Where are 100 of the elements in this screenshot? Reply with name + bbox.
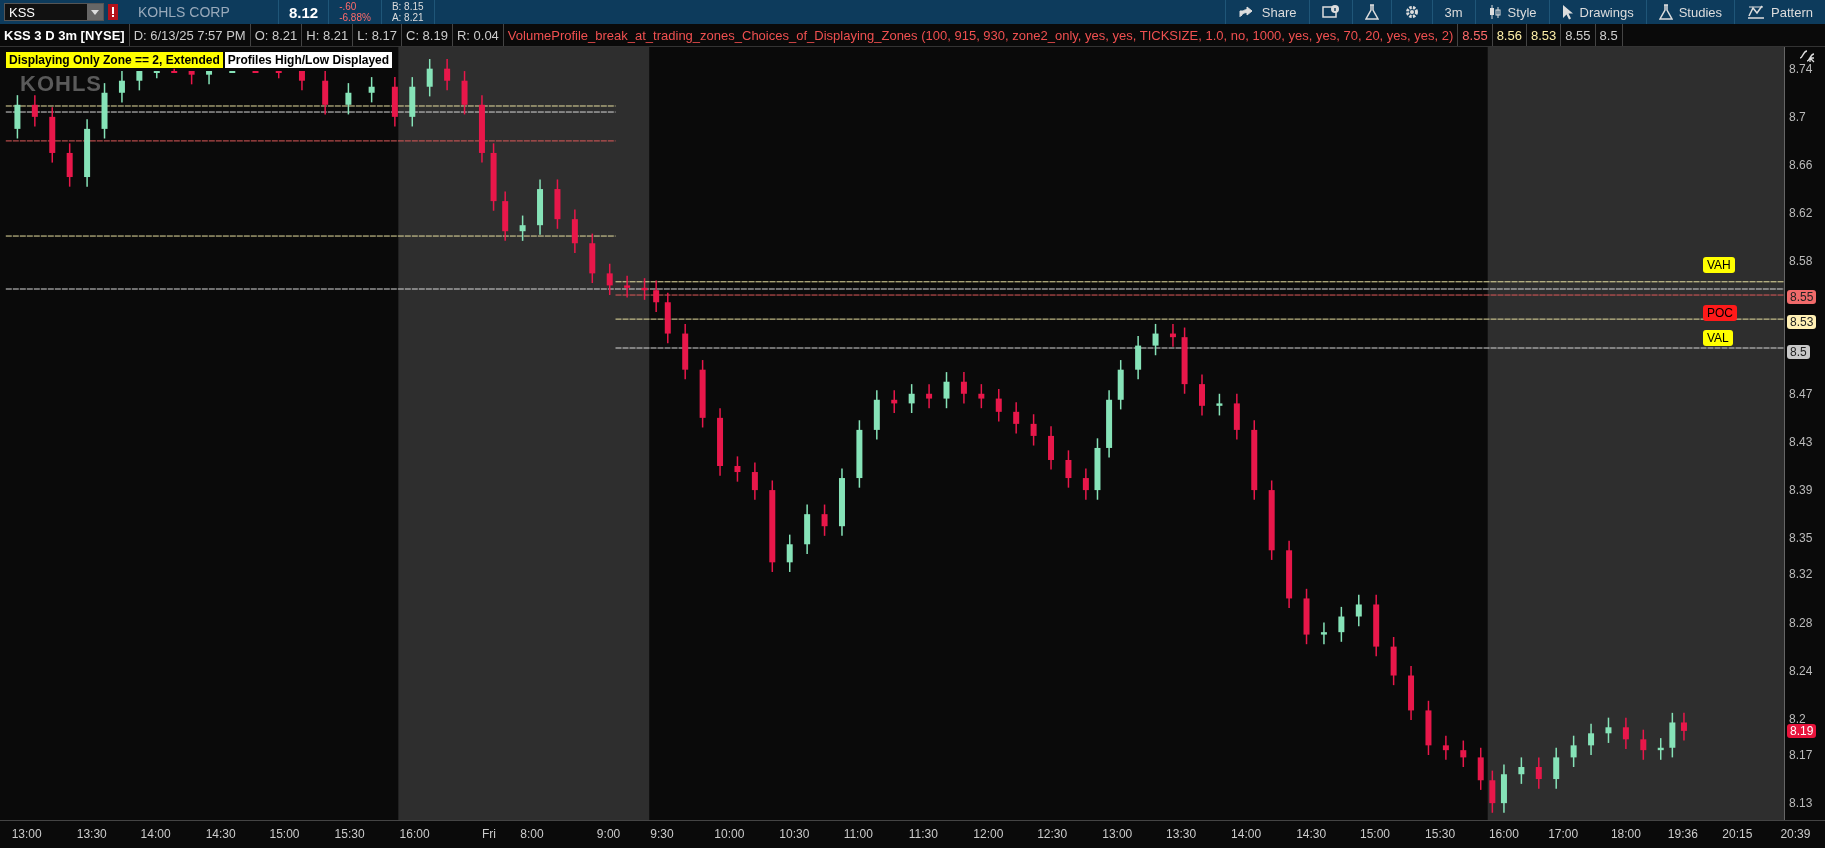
candlestick <box>1030 413 1037 447</box>
settings-icon <box>1403 4 1420 20</box>
timeframe-button[interactable]: 3m <box>1431 0 1475 24</box>
time-label: 15:30 <box>334 827 365 841</box>
candlestick <box>978 383 985 409</box>
price-label: 8.32 <box>1789 567 1813 582</box>
candlestick <box>1477 747 1484 791</box>
candlestick <box>206 70 213 86</box>
candlestick <box>1216 393 1223 417</box>
price-badge: 8.19 <box>1787 723 1817 738</box>
candlestick <box>188 70 195 86</box>
autoscale-icon[interactable] <box>1799 49 1815 63</box>
time-label: 11:30 <box>908 827 938 841</box>
ohlc-field: D: 6/13/25 7:57 PM <box>129 24 251 46</box>
flask-icon <box>1364 4 1379 20</box>
candlestick <box>1181 326 1188 395</box>
candlestick <box>275 70 282 80</box>
candlestick <box>699 359 706 429</box>
candlestick <box>664 291 671 344</box>
candlestick <box>641 277 648 301</box>
candlestick <box>1303 588 1310 645</box>
time-label: 20:39 <box>1780 827 1811 841</box>
time-label: 16:00 <box>1488 827 1519 841</box>
symbol-field[interactable]: KSS <box>4 3 104 21</box>
candlestick <box>1605 716 1612 744</box>
candlestick <box>519 214 526 242</box>
candlestick <box>1408 665 1415 721</box>
candlestick <box>1570 734 1577 768</box>
candlestick <box>171 67 178 73</box>
candlestick <box>1669 712 1676 759</box>
last-price: 8.12 <box>289 3 319 21</box>
level-callout: VAL <box>1703 330 1733 347</box>
price-label: 8.43 <box>1789 434 1813 449</box>
net-change: -.60 <box>339 1 357 12</box>
company-name: KOHLS CORP <box>138 4 230 20</box>
candlestick <box>1588 722 1595 756</box>
price-label: 8.13 <box>1789 796 1813 811</box>
candlestick <box>1233 393 1240 441</box>
time-label: 13:30 <box>76 827 107 841</box>
style-button[interactable]: Style <box>1474 0 1549 24</box>
candlestick <box>995 388 1002 423</box>
price-label: 8.17 <box>1789 747 1813 762</box>
price-label: 8.58 <box>1789 254 1813 269</box>
candlestick <box>101 82 108 140</box>
candlestick <box>717 407 724 477</box>
price-label: 8.7 <box>1789 109 1806 124</box>
candlestick <box>1338 606 1345 643</box>
candlestick <box>624 275 631 299</box>
time-label: Fri <box>481 827 496 841</box>
price-badge: 8.53 <box>1787 314 1817 329</box>
dropdown-icon <box>91 9 99 15</box>
ohlc-field: O: 8.21 <box>250 24 303 46</box>
bid-price: B: 8.15 <box>391 1 424 12</box>
candlestick <box>1489 769 1496 814</box>
candlestick <box>873 389 880 441</box>
candlestick <box>1065 449 1072 489</box>
candlestick <box>1169 323 1176 348</box>
candlestick <box>1320 621 1327 645</box>
share-button[interactable]: Share <box>1224 0 1309 24</box>
studies-button[interactable]: Studies <box>1645 0 1735 24</box>
chart-logo: KOHLS <box>20 71 102 97</box>
candlestick <box>1460 739 1467 768</box>
candlestick <box>839 467 845 537</box>
candlestick <box>1553 747 1560 790</box>
time-label: 14:00 <box>1231 827 1262 841</box>
candlestick <box>1355 594 1362 627</box>
price-label: 8.62 <box>1789 206 1813 221</box>
candlestick <box>1657 737 1664 761</box>
candlestick <box>1622 716 1629 750</box>
candlestick <box>229 70 236 74</box>
ohlc-field: L: 8.17 <box>353 24 402 46</box>
candlestick <box>537 178 544 236</box>
candlestick <box>734 455 741 483</box>
info-icon <box>1321 5 1340 19</box>
price-label: 8.66 <box>1789 158 1813 172</box>
price-label: 8.39 <box>1789 483 1813 498</box>
flask-icon <box>1658 4 1673 20</box>
price-label: 8.28 <box>1789 615 1813 630</box>
ohlc-field: H: 8.21 <box>302 24 354 46</box>
ohlc-field: C: 8.19 <box>402 24 453 46</box>
candlestick <box>1013 401 1020 435</box>
percent-change: -6.88% <box>339 12 371 23</box>
time-label: 10:00 <box>714 827 745 841</box>
time-label: 13:30 <box>1166 827 1197 841</box>
candlestick <box>252 70 259 74</box>
time-label: 19:36 <box>1667 827 1698 841</box>
candlestick <box>926 383 933 409</box>
drawings-button[interactable]: Drawings <box>1548 0 1646 24</box>
candlestick <box>14 94 21 140</box>
candlestick <box>1152 323 1159 356</box>
study-title: VolumeProfile_break_at_trading_zones_Choices_of_Displaying_Zones (100, 915, 930, zone2_only, yes, yes, TICKSIZE, 1.0, no, 1000, yes, yes, 70, 20, yes, yes, 2) <box>503 24 1459 46</box>
candlestick <box>368 76 375 104</box>
candlestick <box>118 70 125 104</box>
candlestick <box>153 70 160 80</box>
candlestick <box>31 94 38 128</box>
study-label: Profiles High/Low Displayed <box>224 52 393 68</box>
candlestick <box>444 58 451 92</box>
candlestick <box>1199 373 1205 417</box>
candlestick <box>554 178 561 230</box>
pattern-button[interactable]: Pattern <box>1734 0 1825 24</box>
